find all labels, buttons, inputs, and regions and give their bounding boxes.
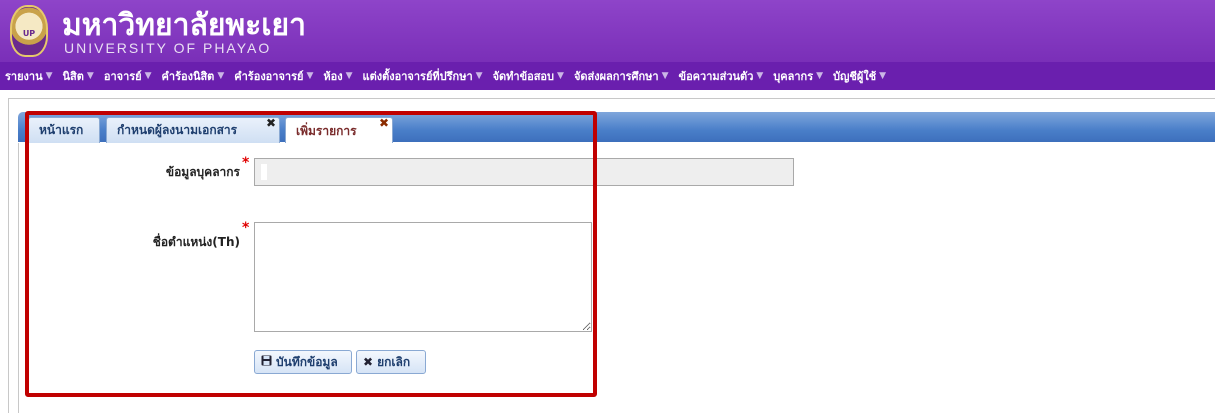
chevron-down-icon: ▼ xyxy=(86,71,94,81)
nav-item-instructors[interactable]: อาจารย์ ▼ xyxy=(99,67,157,85)
chevron-down-icon: ▼ xyxy=(756,71,764,81)
floppy-icon xyxy=(261,355,272,369)
chevron-down-icon: ▼ xyxy=(144,71,152,81)
nav-item-rooms[interactable]: ห้อง ▼ xyxy=(318,67,357,85)
text-cursor xyxy=(261,164,267,180)
close-icon[interactable]: ✖ xyxy=(266,116,276,130)
title-th-textarea[interactable] xyxy=(254,222,592,332)
tab-add-item[interactable]: เพิ่มรายการ ✖ xyxy=(285,116,393,144)
required-marker: * xyxy=(242,155,250,171)
x-icon: ✖ xyxy=(363,355,374,369)
nav-item-grades[interactable]: จัดส่งผลการศึกษา ▼ xyxy=(569,67,674,85)
personnel-label: ข้อมูลบุคลากร xyxy=(165,165,240,179)
chevron-down-icon: ▼ xyxy=(217,71,225,81)
save-button[interactable]: บันทึกข้อมูล xyxy=(254,350,352,374)
chevron-down-icon: ▼ xyxy=(45,71,53,81)
nav-item-reports[interactable]: รายงาน ▼ xyxy=(0,67,58,85)
nav-item-exams[interactable]: จัดทำข้อสอบ ▼ xyxy=(488,67,569,85)
chevron-down-icon: ▼ xyxy=(879,71,887,81)
main-nav: รายงาน ▼ นิสิต ▼ อาจารย์ ▼ คำร้องนิสิต ▼ คำร… xyxy=(0,62,1215,90)
brand-title-en: UNIVERSITY OF PHAYAO xyxy=(64,40,272,56)
title-th-label: ชื่อตำแหน่ง(Th) xyxy=(152,235,240,249)
tab-home[interactable]: หน้าแรก xyxy=(28,117,100,143)
cancel-button[interactable]: ✖ ยกเลิก xyxy=(356,350,426,374)
nav-item-messages[interactable]: ข้อความส่วนตัว ▼ xyxy=(674,67,769,85)
nav-item-student-requests[interactable]: คำร้องนิสิต ▼ xyxy=(157,67,230,85)
close-icon[interactable]: ✖ xyxy=(379,116,389,130)
chevron-down-icon: ▼ xyxy=(661,71,669,81)
nav-item-personnel[interactable]: บุคลากร ▼ xyxy=(768,67,828,85)
tab-document-signers[interactable]: กำหนดผู้ลงนามเอกสาร ✖ xyxy=(106,116,280,143)
nav-item-accounts[interactable]: บัญชีผู้ใช้ ▼ xyxy=(828,67,891,85)
site-header: UP มหาวิทยาลัยพะเยา UNIVERSITY OF PHAYAO xyxy=(0,0,1215,62)
required-marker: * xyxy=(242,220,250,236)
chevron-down-icon: ▼ xyxy=(345,71,353,81)
personnel-field[interactable] xyxy=(254,158,794,186)
nav-item-instructor-requests[interactable]: คำร้องอาจารย์ ▼ xyxy=(229,67,318,85)
nav-item-advisors[interactable]: แต่งตั้งอาจารย์ที่ปรึกษา ▼ xyxy=(358,67,488,85)
chevron-down-icon: ▼ xyxy=(475,71,483,81)
chevron-down-icon: ▼ xyxy=(557,71,564,81)
chevron-down-icon: ▼ xyxy=(816,71,824,81)
chevron-down-icon: ▼ xyxy=(306,71,314,81)
university-logo-icon: UP xyxy=(10,5,48,57)
nav-item-students[interactable]: นิสิต ▼ xyxy=(58,67,99,85)
